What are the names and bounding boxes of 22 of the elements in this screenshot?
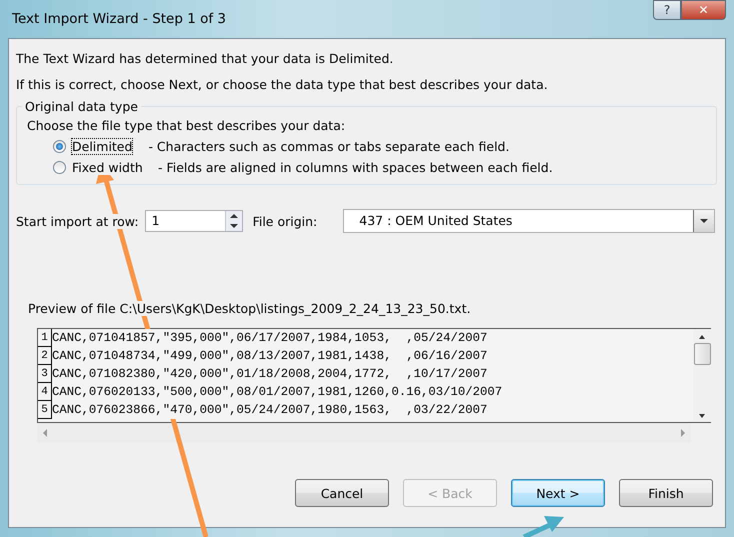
start-row-spinner[interactable]: 1: [144, 210, 243, 232]
help-button[interactable]: ?: [653, 0, 681, 20]
dialog-button[interactable]: Finish: [619, 479, 713, 507]
prompt-text: Choose the file type that best describes your data:: [27, 118, 346, 133]
group-legend: Original data type: [22, 99, 141, 114]
option-description: - Fields are aligned in columns with spaces between each field.: [158, 160, 553, 175]
radio-button[interactable]: [53, 140, 66, 153]
radio-label[interactable]: Delimited: [72, 139, 132, 154]
intro-text: If this is correct, choose Next, or choose the data type that best describes your data.: [16, 76, 549, 94]
file-origin-label: File origin:: [252, 214, 318, 228]
start-row-label: Start import at row:: [16, 214, 139, 228]
pointer-arrow: [522, 516, 564, 537]
spin-arrows-icon[interactable]: [224, 211, 242, 231]
dialog-button[interactable]: Next >: [511, 479, 605, 507]
window-title: Text Import Wizard - Step 1 of 3: [12, 11, 226, 27]
horizontal-scrollbar[interactable]: [37, 423, 691, 443]
vertical-scrollbar[interactable]: [693, 329, 711, 422]
file-origin-dropdown[interactable]: 437 : OEM United States: [343, 209, 715, 233]
option-description: - Characters such as commas or tabs separate each field.: [148, 139, 510, 154]
dialog-button[interactable]: Cancel: [295, 479, 389, 507]
intro-text: The Text Wizard has determined that your data is Delimited.: [16, 50, 394, 68]
radio-button[interactable]: [53, 161, 66, 174]
